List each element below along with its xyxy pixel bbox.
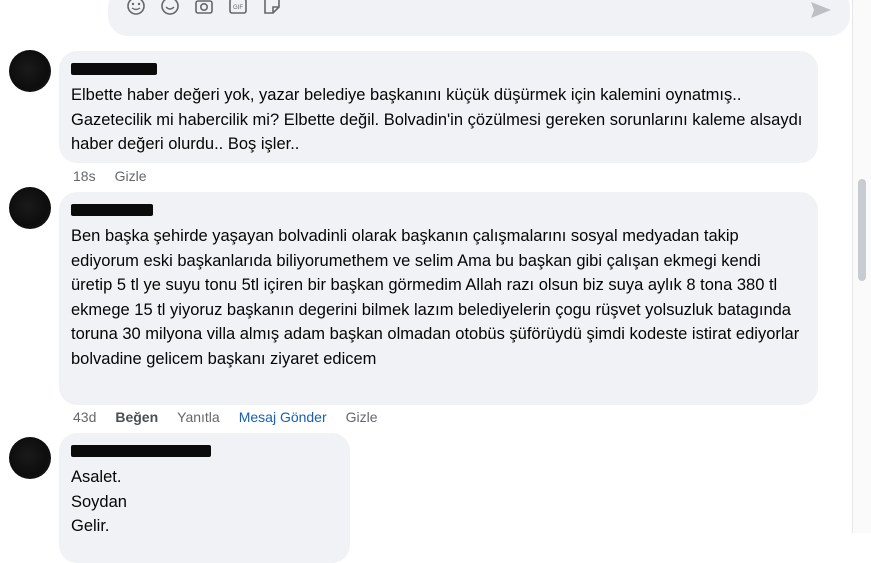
comment-timestamp[interactable]: 18s (73, 168, 96, 184)
comment-text: Ben başka şehirde yaşayan bolvadinli ola… (71, 227, 800, 368)
avatar[interactable] (9, 187, 51, 229)
comment-bubble: Asalet. Soydan Gelir. (59, 433, 350, 563)
comment-line: Soydan (71, 492, 127, 511)
send-icon[interactable] (810, 0, 832, 20)
comment-bubble: Ben başka şehirde yaşayan bolvadinli ola… (59, 192, 818, 405)
redacted-author-name[interactable] (71, 63, 157, 75)
sticker-icon[interactable] (262, 0, 282, 16)
like-button[interactable]: Beğen (115, 409, 158, 425)
svg-text:GIF: GIF (233, 5, 243, 11)
comment-line: Asalet. (71, 468, 122, 486)
composer-toolbar: GIF (126, 0, 282, 16)
comment-text: Elbette haber değeri yok, yazar belediye… (71, 86, 803, 153)
scrollbar-thumb[interactable] (858, 179, 866, 281)
comment-actions: 43d Beğen Yanıtla Mesaj Gönder Gizle (73, 409, 378, 425)
comment-line: Gelir. (71, 517, 110, 535)
emoji-icon[interactable] (126, 0, 146, 16)
comment-actions: 18s Gizle (73, 168, 146, 184)
smile-icon[interactable] (160, 0, 180, 16)
avatar[interactable] (9, 437, 51, 479)
hide-button[interactable]: Gizle (346, 409, 378, 425)
comment-composer[interactable]: GIF (108, 0, 850, 36)
redacted-author-name[interactable] (71, 445, 211, 457)
comment-timestamp[interactable]: 43d (73, 409, 96, 425)
camera-icon[interactable] (194, 0, 214, 16)
comment-bubble: Elbette haber değeri yok, yazar belediye… (59, 51, 818, 163)
reply-button[interactable]: Yanıtla (177, 409, 220, 425)
hide-button[interactable]: Gizle (115, 168, 147, 184)
redacted-author-name[interactable] (71, 204, 153, 216)
avatar[interactable] (9, 50, 51, 92)
send-message-button[interactable]: Mesaj Gönder (239, 409, 327, 425)
gif-icon[interactable]: GIF (228, 0, 248, 16)
